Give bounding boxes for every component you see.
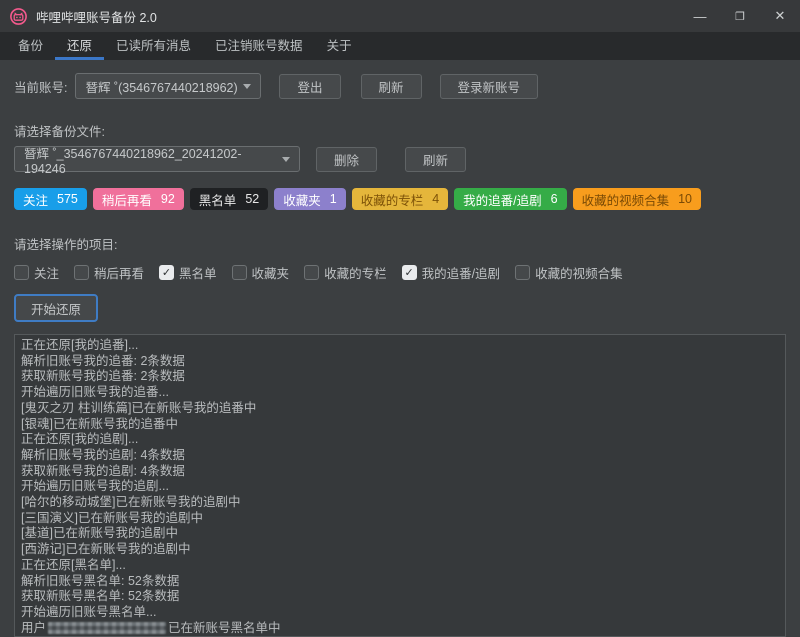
badge-label: 收藏夹 [283,190,321,209]
badge-label: 关注 [23,190,48,209]
minimize-icon[interactable]: — [680,0,720,32]
log-line: 获取新账号黑名单: 52条数据 [21,589,779,605]
checkbox-label: 我的追番/追剧 [422,263,500,282]
checkbox-item-关注[interactable]: ✓ 关注 [14,263,59,282]
backup-file-select[interactable]: 朁辉 ˚_3546767440218962_20241202-194246 [14,146,300,172]
tab-bar: 备份还原已读所有消息已注销账号数据关于 [0,32,800,60]
count-badge-我的追番/追剧: 我的追番/追剧 6 [454,188,566,210]
checkbox-item-我的追番/追剧[interactable]: ✓ 我的追番/追剧 [402,263,500,282]
count-badge-收藏的视频合集: 收藏的视频合集 10 [573,188,701,210]
log-line: 解析旧账号黑名单: 52条数据 [21,574,779,590]
checkbox-checked-icon[interactable]: ✓ [159,265,174,280]
censored-username [48,622,166,634]
operation-checkboxes: ✓ 关注 ✓ 稍后再看 ✓ 黑名单 ✓ 收藏夹 ✓ 收藏的专栏 ✓ 我的追番/追剧 ✓ 收藏的视频合集 [14,263,786,282]
tab-已注销账号数据[interactable]: 已注销账号数据 [203,32,315,60]
checkbox-item-收藏的视频合集[interactable]: ✓ 收藏的视频合集 [515,263,623,282]
log-line: [银魂]已在新账号我的追番中 [21,417,779,433]
log-output[interactable]: 正在还原[我的追番]...解析旧账号我的追番: 2条数据获取新账号我的追番: 2… [14,334,786,637]
logout-button[interactable]: 登出 [279,74,340,99]
log-line: 解析旧账号我的追番: 2条数据 [21,354,779,370]
log-line: 用户已在新账号黑名单中 [21,621,779,637]
account-select-value: 朁辉 ˚(3546767440218962) [85,77,237,96]
log-line: 正在还原[我的追番]... [21,338,779,354]
badge-count: 52 [245,192,259,206]
login-new-account-button[interactable]: 登录新账号 [440,74,539,99]
log-line: 正在还原[我的追剧]... [21,432,779,448]
count-badge-关注: 关注 575 [14,188,87,210]
badge-count: 92 [161,192,175,206]
log-line: [西游记]已在新账号我的追剧中 [21,542,779,558]
count-badge-收藏夹: 收藏夹 1 [274,188,345,210]
category-badges: 关注 575 稍后再看 92 黑名单 52 收藏夹 1 收藏的专栏 4 我的追番/追剧 6 收藏的视频合… [14,188,786,210]
checkbox-checked-icon[interactable]: ✓ [402,265,417,280]
backup-file-label: 请选择备份文件: [14,121,105,140]
current-account-label: 当前账号: [14,77,67,96]
count-badge-收藏的专栏: 收藏的专栏 4 [352,188,448,210]
tab-已读所有消息[interactable]: 已读所有消息 [104,32,203,60]
badge-label: 收藏的视频合集 [582,190,670,209]
close-icon[interactable]: ✕ [760,0,800,32]
tab-还原[interactable]: 还原 [55,32,104,60]
checkbox-item-黑名单[interactable]: ✓ 黑名单 [159,263,217,282]
log-line: 开始遍历旧账号我的追剧... [21,479,779,495]
bilibili-tv-icon [10,8,27,25]
checkbox-unchecked-icon[interactable]: ✓ [515,265,530,280]
checkbox-unchecked-icon[interactable]: ✓ [14,265,29,280]
badge-count: 4 [432,192,439,206]
chevron-down-icon [243,84,251,89]
backup-file-select-value: 朁辉 ˚_3546767440218962_20241202-194246 [24,143,282,176]
checkbox-label: 收藏的专栏 [324,263,387,282]
backup-refresh-button[interactable]: 刷新 [405,147,466,172]
log-line: [三国演义]已在新账号我的追剧中 [21,511,779,527]
tab-备份[interactable]: 备份 [6,32,55,60]
chevron-down-icon [282,157,290,162]
tab-关于[interactable]: 关于 [315,32,364,60]
account-refresh-button[interactable]: 刷新 [361,74,422,99]
restore-panel: 当前账号: 朁辉 ˚(3546767440218962) 登出 刷新 登录新账号… [0,60,800,637]
delete-backup-button[interactable]: 删除 [316,147,377,172]
badge-count: 10 [678,192,692,206]
log-line: [哈尔的移动城堡]已在新账号我的追剧中 [21,495,779,511]
badge-label: 黑名单 [199,190,237,209]
maximize-icon[interactable]: ❐ [720,0,760,32]
checkbox-label: 黑名单 [179,263,217,282]
app-window: 哔哩哔哩账号备份 2.0 — ❐ ✕ 备份还原已读所有消息已注销账号数据关于 当… [0,0,800,625]
titlebar: 哔哩哔哩账号备份 2.0 — ❐ ✕ [0,0,800,32]
checkbox-unchecked-icon[interactable]: ✓ [74,265,89,280]
count-badge-稍后再看: 稍后再看 92 [93,188,184,210]
log-line: [基道]已在新账号我的追剧中 [21,526,779,542]
checkbox-item-稍后再看[interactable]: ✓ 稍后再看 [74,263,144,282]
log-line: 获取新账号我的追番: 2条数据 [21,369,779,385]
checkbox-item-收藏夹[interactable]: ✓ 收藏夹 [232,263,290,282]
checkbox-item-收藏的专栏[interactable]: ✓ 收藏的专栏 [304,263,387,282]
window-title: 哔哩哔哩账号备份 2.0 [36,7,157,26]
count-badge-黑名单: 黑名单 52 [190,188,268,210]
checkbox-label: 收藏夹 [252,263,290,282]
log-line: 获取新账号我的追剧: 4条数据 [21,464,779,480]
account-select[interactable]: 朁辉 ˚(3546767440218962) [75,73,261,99]
badge-count: 575 [57,192,78,206]
checkbox-label: 收藏的视频合集 [535,263,623,282]
badge-label: 稍后再看 [102,190,152,209]
checkbox-label: 关注 [34,263,59,282]
badge-label: 收藏的专栏 [361,190,424,209]
start-restore-button[interactable]: 开始还原 [14,294,98,322]
checkbox-label: 稍后再看 [94,263,144,282]
badge-count: 6 [551,192,558,206]
log-line: 解析旧账号我的追剧: 4条数据 [21,448,779,464]
checkbox-unchecked-icon[interactable]: ✓ [232,265,247,280]
badge-label: 我的追番/追剧 [463,190,541,209]
log-line: 正在还原[黑名单]... [21,558,779,574]
log-line: 开始遍历旧账号我的追番... [21,385,779,401]
checkbox-unchecked-icon[interactable]: ✓ [304,265,319,280]
log-line: [鬼灭之刃 柱训练篇]已在新账号我的追番中 [21,401,779,417]
badge-count: 1 [330,192,337,206]
log-line: 开始遍历旧账号黑名单... [21,605,779,621]
operations-label: 请选择操作的项目: [14,234,117,253]
